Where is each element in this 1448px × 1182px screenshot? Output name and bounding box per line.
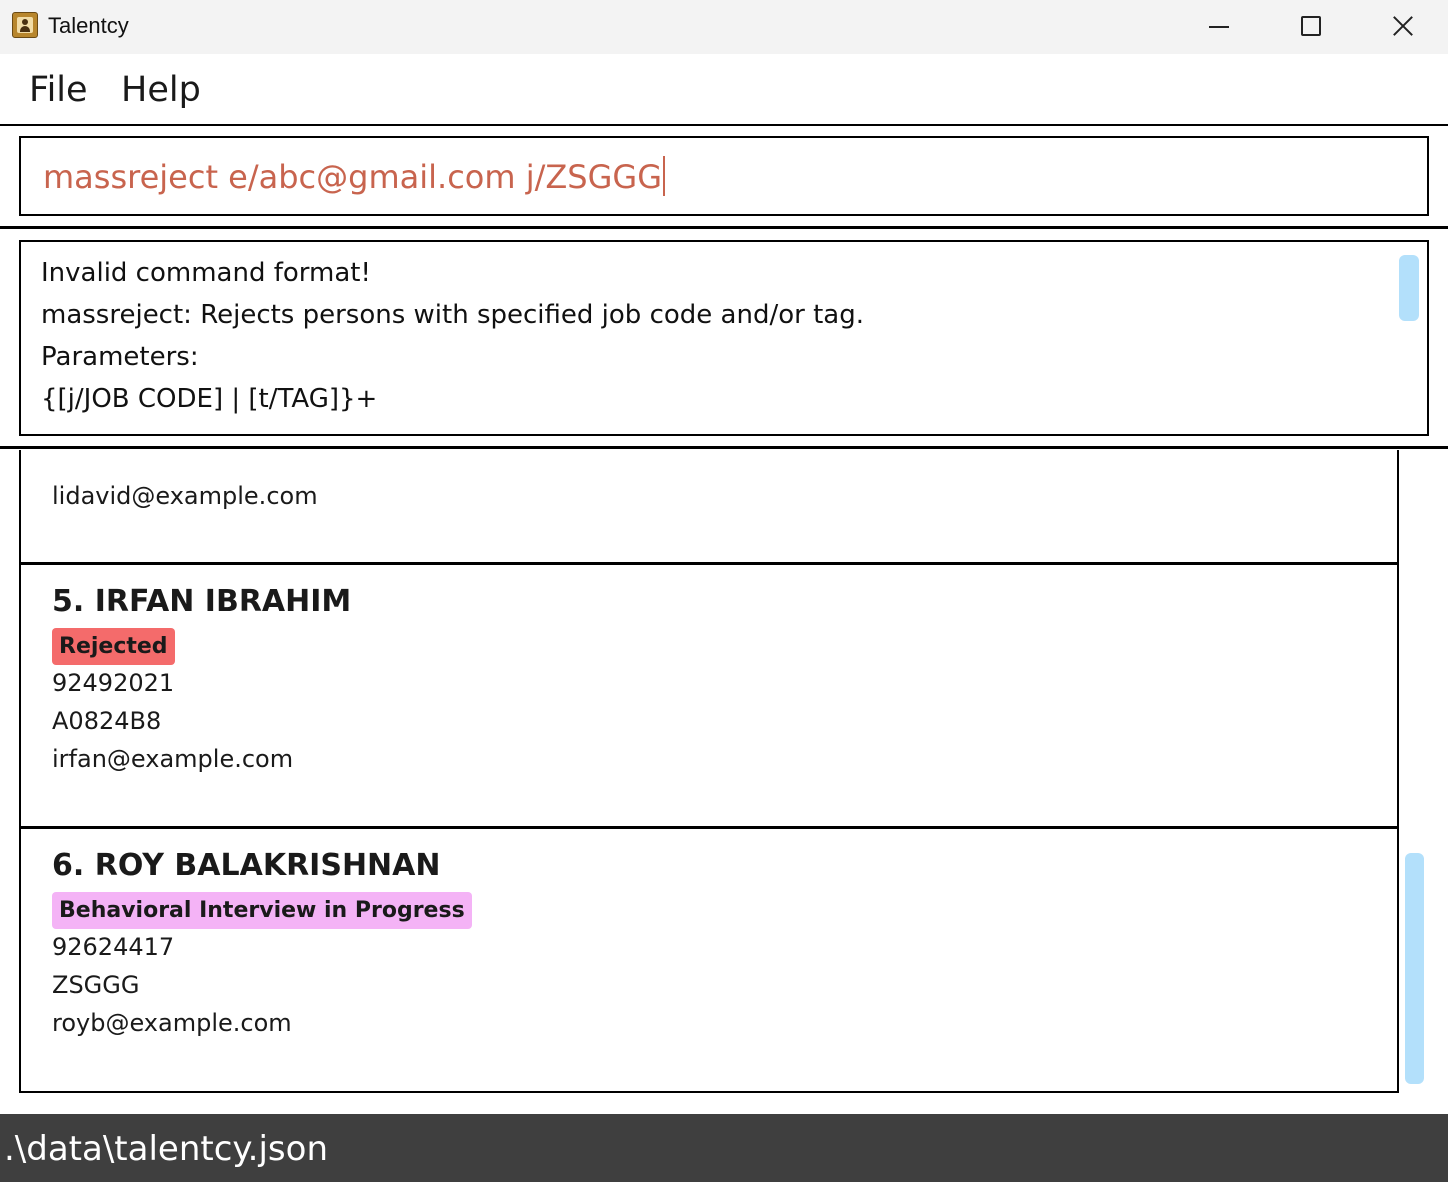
person-list[interactable]: lidavid@example.com 5. IRFAN IBRAHIM Rej…: [0, 450, 1448, 1114]
person-phone: 92492021: [52, 669, 175, 697]
maximize-icon: [1301, 16, 1321, 36]
result-display[interactable]: Invalid command format! massreject: Reje…: [19, 240, 1429, 436]
result-line: Invalid command format!: [41, 258, 371, 288]
person-email: irfan@example.com: [52, 745, 294, 773]
command-input[interactable]: massreject e/abc@gmail.com j/ZSGGG: [19, 136, 1429, 216]
status-badge: Behavioral Interview in Progress: [52, 892, 472, 929]
result-line: Parameters:: [41, 342, 199, 372]
person-card[interactable]: lidavid@example.com: [19, 450, 1399, 565]
result-scrollbar-thumb[interactable]: [1399, 255, 1419, 321]
result-line: massreject: Rejects persons with specifi…: [41, 300, 864, 330]
title-bar: Talentcy: [0, 0, 1448, 54]
minimize-button[interactable]: [1173, 0, 1265, 54]
status-badge: Rejected: [52, 628, 175, 665]
person-job-code: A0824B8: [52, 707, 162, 735]
person-phone: 92624417: [52, 933, 175, 961]
maximize-button[interactable]: [1265, 0, 1357, 54]
close-button[interactable]: [1357, 0, 1448, 54]
divider: [0, 124, 1448, 126]
window-title: Talentcy: [48, 13, 129, 38]
menu-file[interactable]: File: [29, 68, 88, 112]
person-name: 6. ROY BALAKRISHNAN: [52, 848, 441, 883]
divider: [0, 226, 1448, 229]
minimize-icon: [1209, 26, 1229, 28]
menu-bar: File Help: [0, 54, 1448, 125]
text-caret: [663, 156, 665, 196]
command-input-text: massreject e/abc@gmail.com j/ZSGGG: [43, 158, 662, 196]
list-scrollbar-thumb[interactable]: [1405, 853, 1424, 1084]
status-bar: .\data\talentcy.json: [0, 1114, 1448, 1182]
person-job-code: ZSGGG: [52, 971, 140, 999]
result-line: {[j/JOB CODE] | [t/TAG]}+: [41, 384, 378, 414]
person-card[interactable]: 5. IRFAN IBRAHIM Rejected 92492021 A0824…: [19, 565, 1399, 829]
address-book-icon: [12, 12, 38, 38]
menu-help[interactable]: Help: [121, 68, 201, 112]
person-email: royb@example.com: [52, 1009, 292, 1037]
person-email: lidavid@example.com: [52, 482, 318, 510]
close-icon: [1393, 16, 1413, 36]
save-location: .\data\talentcy.json: [4, 1129, 328, 1169]
person-name: 5. IRFAN IBRAHIM: [52, 584, 352, 619]
divider: [0, 446, 1448, 449]
person-card[interactable]: 6. ROY BALAKRISHNAN Behavioral Interview…: [19, 829, 1399, 1093]
